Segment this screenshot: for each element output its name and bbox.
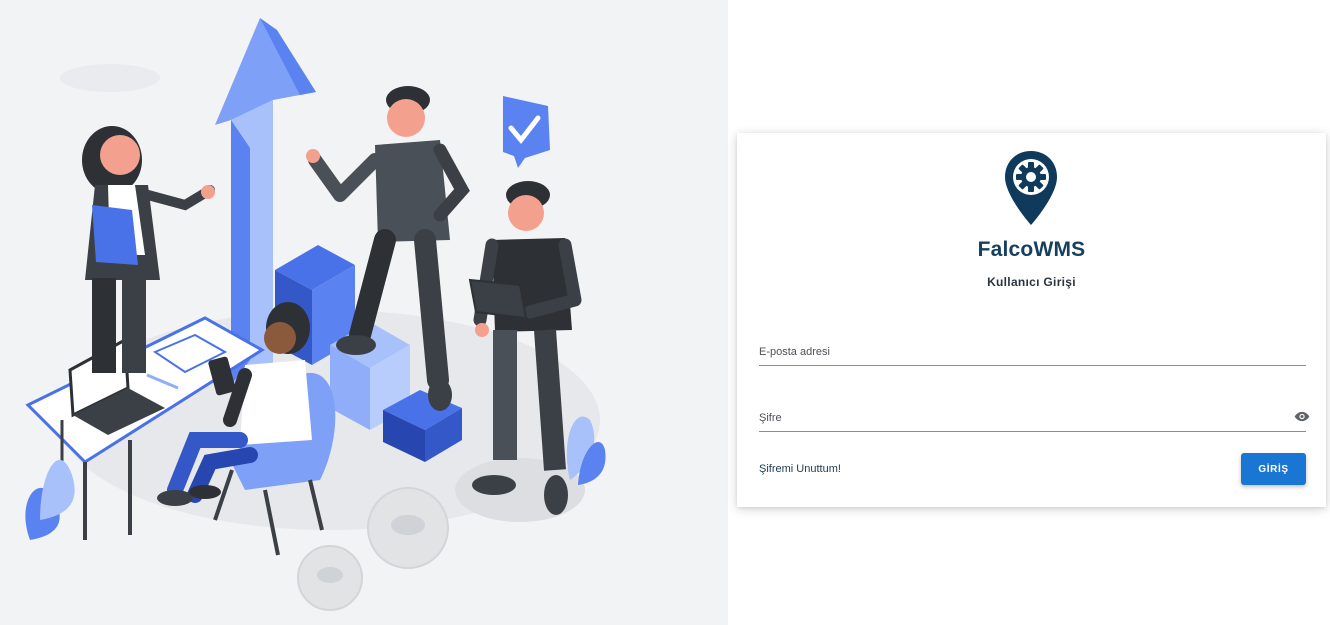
brand-name: FalcoWMS <box>977 238 1086 261</box>
email-field <box>759 335 1306 366</box>
map-pin-gear-icon <box>1005 151 1057 225</box>
checkmark-badge-icon <box>503 96 550 168</box>
password-input[interactable] <box>759 409 1279 427</box>
illustration-panel <box>0 0 728 625</box>
eye-icon[interactable] <box>1294 411 1310 422</box>
forgot-password-link[interactable]: Şifremi Unuttum! <box>759 463 841 475</box>
login-card: FalcoWMS Kullanıcı Girişi Şifremi Unuttu… <box>737 133 1326 507</box>
password-field <box>759 401 1310 432</box>
login-panel: FalcoWMS Kullanıcı Girişi Şifremi Unuttu… <box>728 0 1330 625</box>
email-input[interactable] <box>759 343 1279 361</box>
team-growth-illustration <box>25 18 606 611</box>
login-title: Kullanıcı Girişi <box>987 275 1076 289</box>
login-button[interactable]: GİRİŞ <box>1241 453 1306 485</box>
